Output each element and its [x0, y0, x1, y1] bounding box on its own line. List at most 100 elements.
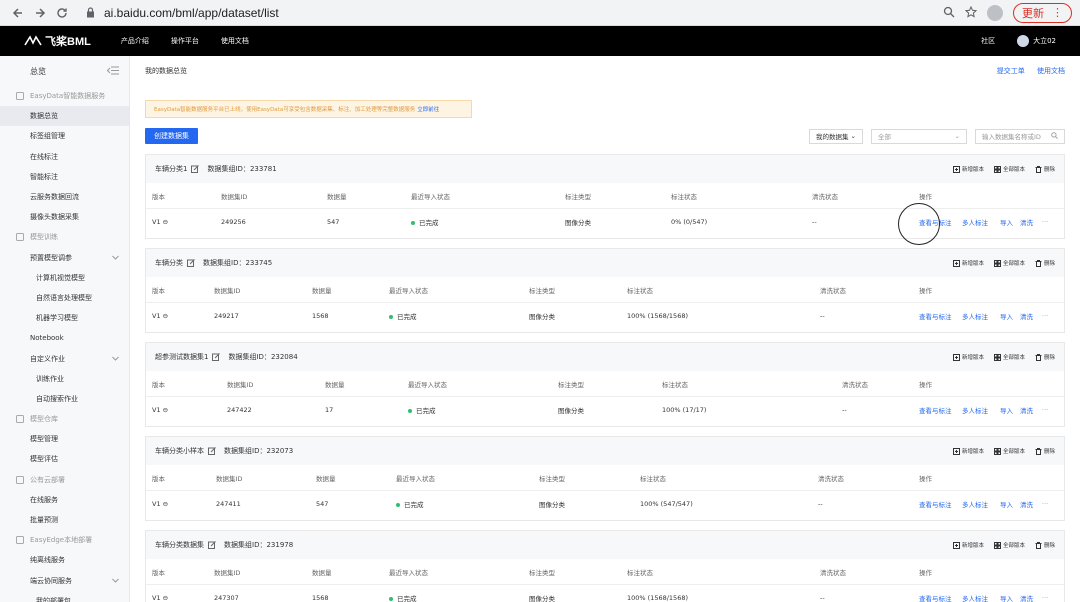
delete-button[interactable]: 删除 [1035, 259, 1055, 267]
sidebar-item[interactable]: 计算机视觉模型 [0, 268, 129, 288]
view-and-label-link[interactable]: 查看与标注 [919, 405, 952, 415]
clean-link[interactable]: 清洗 [1020, 593, 1033, 602]
dataset-name[interactable]: 超参测试数据集1 [155, 352, 208, 362]
version-cell[interactable]: V1 ⊖ [152, 312, 168, 320]
import-link[interactable]: 导入 [1000, 405, 1013, 415]
version-cell[interactable]: V1 ⊖ [152, 406, 168, 414]
delete-button[interactable]: 删除 [1035, 353, 1055, 361]
more-menu-icon[interactable]: ··· [1042, 594, 1048, 602]
import-link[interactable]: 导入 [1000, 217, 1013, 227]
version-cell[interactable]: V1 ⊖ [152, 594, 168, 602]
docs-link[interactable]: 使用文档 [1037, 67, 1065, 75]
all-versions-button[interactable]: 全部版本 [993, 165, 1025, 173]
clean-link[interactable]: 清洗 [1020, 499, 1033, 509]
delete-button[interactable]: 删除 [1035, 541, 1055, 549]
bookmark-star-icon[interactable] [964, 5, 978, 20]
multi-label-link[interactable]: 多人标注 [962, 217, 988, 227]
sidebar-item[interactable]: 在线标注 [0, 147, 129, 167]
delete-button[interactable]: 删除 [1035, 447, 1055, 455]
profile-avatar[interactable] [987, 4, 1003, 21]
update-button[interactable]: 更新 ⋮ [1013, 2, 1072, 23]
sidebar-item[interactable]: 预置模型调参 [0, 248, 129, 268]
new-version-button[interactable]: 新增版本 [952, 259, 984, 267]
cloud-icon [16, 475, 24, 484]
multi-label-link[interactable]: 多人标注 [962, 593, 988, 602]
sidebar-item[interactable]: 标签组管理 [0, 126, 129, 146]
more-menu-icon[interactable]: ··· [1042, 406, 1048, 414]
edit-icon[interactable] [208, 541, 216, 549]
sidebar-item[interactable]: 自动搜索作业 [0, 389, 129, 409]
edit-icon[interactable] [208, 447, 216, 455]
import-link[interactable]: 导入 [1000, 311, 1013, 321]
clean-link[interactable]: 清洗 [1020, 217, 1033, 227]
clean-link[interactable]: 清洗 [1020, 405, 1033, 415]
sidebar-item[interactable]: 自然语言处理模型 [0, 288, 129, 308]
sidebar-item[interactable]: 云服务数据回流 [0, 187, 129, 207]
dataset-name[interactable]: 车辆分类 [155, 258, 183, 268]
sidebar-item[interactable]: 批量预测 [0, 510, 129, 530]
topnav-item[interactable]: 使用文档 [221, 37, 249, 45]
new-version-button[interactable]: 新增版本 [952, 447, 984, 455]
sidebar-item[interactable]: 数据总览 [0, 106, 129, 127]
new-version-button[interactable]: 新增版本 [952, 353, 984, 361]
clean-link[interactable]: 清洗 [1020, 311, 1033, 321]
more-menu-icon[interactable]: ··· [1042, 500, 1048, 508]
import-link[interactable]: 导入 [1000, 593, 1013, 602]
sidebar-item[interactable]: 训练作业 [0, 369, 129, 389]
sidebar-item[interactable]: 智能标注 [0, 167, 129, 187]
topnav-item[interactable]: 操作平台 [171, 37, 199, 45]
view-and-label-link[interactable]: 查看与标注 [919, 499, 952, 509]
status-filter-select[interactable]: 全部 ⌄ [871, 128, 967, 144]
view-and-label-link[interactable]: 查看与标注 [919, 311, 952, 321]
version-dropdown-icon: ⊖ [162, 500, 169, 508]
edit-icon[interactable] [191, 165, 200, 173]
label-type: 图像分类 [558, 407, 584, 415]
sidebar-item[interactable]: 机器学习模型 [0, 308, 129, 328]
all-versions-button[interactable]: 全部版本 [993, 541, 1025, 549]
sidebar-item[interactable]: 自定义作业 [0, 348, 129, 368]
import-link[interactable]: 导入 [1000, 499, 1013, 509]
view-and-label-link[interactable]: 查看与标注 [919, 593, 952, 602]
version-cell[interactable]: V1 ⊖ [152, 218, 168, 226]
delete-button[interactable]: 删除 [1035, 165, 1055, 173]
multi-label-link[interactable]: 多人标注 [962, 311, 988, 321]
zoom-icon[interactable] [943, 6, 955, 20]
version-cell[interactable]: V1 ⊖ [152, 500, 168, 508]
user-menu[interactable]: 大立02 [1017, 35, 1056, 47]
sidebar-item[interactable]: Notebook [0, 328, 129, 348]
notice-link[interactable]: 立即前往 [417, 105, 439, 113]
sidebar-item[interactable]: 模型管理 [0, 429, 129, 449]
dataset-name[interactable]: 车辆分类数据集 [155, 540, 204, 550]
new-version-button[interactable]: 新增版本 [952, 541, 984, 549]
reload-icon[interactable] [52, 3, 72, 23]
new-version-button[interactable]: 新增版本 [952, 165, 984, 173]
address-bar[interactable]: ai.baidu.com/bml/app/dataset/list [84, 3, 943, 23]
sidebar-item[interactable]: 端云协同服务 [0, 571, 129, 591]
sidebar-item[interactable]: 摄像头数据采集 [0, 207, 129, 227]
dataset-filter-select[interactable]: 我的数据集 ⌄ [809, 128, 863, 144]
more-menu-icon[interactable]: ··· [1042, 218, 1048, 226]
sidebar-item[interactable]: 纯离线服务 [0, 550, 129, 570]
collapse-sidebar-icon[interactable] [106, 66, 119, 77]
all-versions-button[interactable]: 全部版本 [993, 353, 1025, 361]
multi-label-link[interactable]: 多人标注 [962, 405, 988, 415]
dataset-name[interactable]: 车辆分类1 [155, 164, 187, 174]
sidebar-item[interactable]: 模型评估 [0, 449, 129, 469]
multi-label-link[interactable]: 多人标注 [962, 499, 988, 509]
more-menu-icon[interactable]: ··· [1042, 312, 1048, 320]
edit-icon[interactable] [212, 353, 221, 361]
bml-logo[interactable]: 飞桨BML [24, 33, 91, 49]
back-icon[interactable] [8, 3, 28, 23]
search-input[interactable]: 输入数据集名称或ID [975, 128, 1065, 144]
community-link[interactable]: 社区 [981, 36, 995, 46]
create-dataset-button[interactable]: 创建数据集 [145, 128, 198, 144]
sidebar-item[interactable]: 我的部署包 [0, 591, 129, 602]
submit-ticket-link[interactable]: 提交工单 [997, 67, 1025, 75]
all-versions-button[interactable]: 全部版本 [993, 259, 1025, 267]
all-versions-button[interactable]: 全部版本 [993, 447, 1025, 455]
edit-icon[interactable] [187, 259, 195, 267]
sidebar-item[interactable]: 在线服务 [0, 490, 129, 510]
forward-icon[interactable] [30, 3, 50, 23]
dataset-name[interactable]: 车辆分类小样本 [155, 446, 204, 456]
topnav-item[interactable]: 产品介绍 [121, 37, 149, 45]
